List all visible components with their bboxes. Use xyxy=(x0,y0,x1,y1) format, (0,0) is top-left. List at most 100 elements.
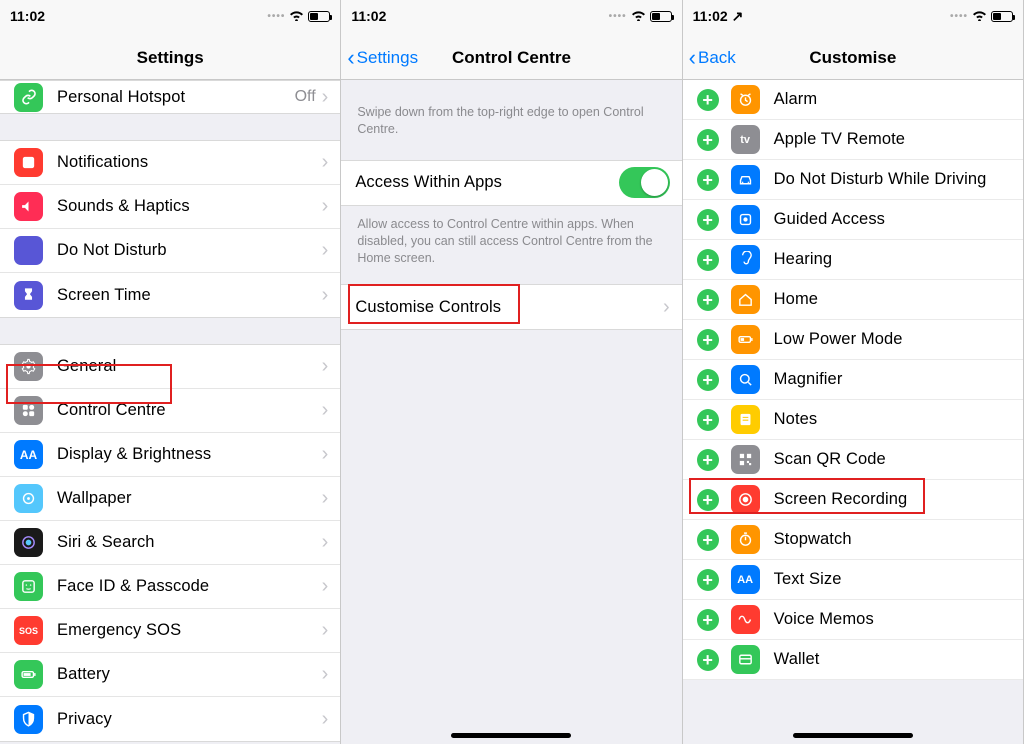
dnd-icon xyxy=(14,236,43,265)
row-label: Emergency SOS xyxy=(57,621,322,640)
faceid-icon xyxy=(14,572,43,601)
row-siri-search[interactable]: Siri & Search› xyxy=(0,521,340,565)
guidedaccess-icon xyxy=(731,205,760,234)
back-button[interactable]: ‹ Back xyxy=(689,36,736,79)
row-label: Wallet xyxy=(774,650,1011,669)
status-time: 11:02 xyxy=(351,8,386,24)
chevron-right-icon: › xyxy=(322,195,329,218)
row-do-not-disturb[interactable]: Do Not Disturb› xyxy=(0,229,340,273)
hearing-icon xyxy=(731,245,760,274)
car-icon xyxy=(731,165,760,194)
status-time: 11:02 xyxy=(10,8,45,24)
chevron-right-icon: › xyxy=(322,663,329,686)
row-battery[interactable]: Battery› xyxy=(0,653,340,697)
add-button[interactable]: + xyxy=(697,449,719,471)
add-button[interactable]: + xyxy=(697,569,719,591)
row-label: Screen Recording xyxy=(774,490,1011,509)
row-stopwatch[interactable]: +Stopwatch xyxy=(683,520,1023,560)
row-scan-qr-code[interactable]: +Scan QR Code xyxy=(683,440,1023,480)
row-home[interactable]: +Home xyxy=(683,280,1023,320)
row-screen-recording[interactable]: + Screen Recording xyxy=(683,480,1023,520)
status-time: 11:02 ↗ xyxy=(693,8,744,25)
row-value: Off xyxy=(295,88,316,106)
row-label: Apple TV Remote xyxy=(774,130,1011,149)
sos-icon: SOS xyxy=(14,616,43,645)
signal-dots: •••• xyxy=(609,11,627,22)
home-indicator xyxy=(451,733,571,738)
gear-icon xyxy=(14,352,43,381)
row-sounds-haptics[interactable]: Sounds & Haptics› xyxy=(0,185,340,229)
row-alarm[interactable]: +Alarm xyxy=(683,80,1023,120)
row-label: Screen Time xyxy=(57,286,322,305)
row-personal-hotspot[interactable]: Personal Hotspot Off › xyxy=(0,81,340,113)
add-button[interactable]: + xyxy=(697,529,719,551)
chevron-right-icon: › xyxy=(322,443,329,466)
privacy-icon xyxy=(14,705,43,734)
home-icon xyxy=(731,285,760,314)
add-button[interactable]: + xyxy=(697,169,719,191)
magnifier-icon xyxy=(731,365,760,394)
location-icon: ↗ xyxy=(732,8,744,24)
appletv-icon: tv xyxy=(731,125,760,154)
chevron-right-icon: › xyxy=(322,239,329,262)
add-button[interactable]: + xyxy=(697,89,719,111)
row-face-id-passcode[interactable]: Face ID & Passcode› xyxy=(0,565,340,609)
add-button[interactable]: + xyxy=(697,489,719,511)
row-notifications[interactable]: Notifications› xyxy=(0,141,340,185)
row-do-not-disturb-while-driving[interactable]: + Do Not Disturb While Driving xyxy=(683,160,1023,200)
row-wallet[interactable]: + Wallet xyxy=(683,640,1023,680)
battery-icon xyxy=(991,11,1013,22)
row-customise-controls[interactable]: Customise Controls › xyxy=(341,285,681,329)
status-bar: 11:02 •••• xyxy=(0,0,340,36)
chevron-right-icon: › xyxy=(322,531,329,554)
record-icon xyxy=(731,485,760,514)
row-guided-access[interactable]: +Guided Access xyxy=(683,200,1023,240)
battery-icon xyxy=(14,660,43,689)
row-general[interactable]: General› xyxy=(0,345,340,389)
wifi-icon xyxy=(972,9,987,24)
row-low-power-mode[interactable]: + Low Power Mode xyxy=(683,320,1023,360)
add-button[interactable]: + xyxy=(697,129,719,151)
row-privacy[interactable]: Privacy› xyxy=(0,697,340,741)
wallpaper-icon xyxy=(14,484,43,513)
navbar-customise: ‹ Back Customise xyxy=(683,36,1023,80)
toggle-access-within-apps[interactable] xyxy=(619,167,670,198)
row-control-centre[interactable]: Control Centre› xyxy=(0,389,340,433)
row-emergency-sos[interactable]: SOSEmergency SOS› xyxy=(0,609,340,653)
row-voice-memos[interactable]: + Voice Memos xyxy=(683,600,1023,640)
signal-dots: •••• xyxy=(267,11,285,22)
row-display-brightness[interactable]: AADisplay & Brightness› xyxy=(0,433,340,477)
back-label: Settings xyxy=(357,48,418,68)
chevron-right-icon: › xyxy=(663,296,670,319)
row-label: Do Not Disturb While Driving xyxy=(774,170,1011,189)
row-magnifier[interactable]: +Magnifier xyxy=(683,360,1023,400)
back-button[interactable]: ‹ Settings xyxy=(347,36,418,79)
add-button[interactable]: + xyxy=(697,289,719,311)
add-button[interactable]: + xyxy=(697,609,719,631)
lowpower-icon xyxy=(731,325,760,354)
row-notes[interactable]: +Notes xyxy=(683,400,1023,440)
add-button[interactable]: + xyxy=(697,409,719,431)
chevron-right-icon: › xyxy=(322,487,329,510)
row-text-size[interactable]: +AAText Size xyxy=(683,560,1023,600)
row-access-within-apps[interactable]: Access Within Apps xyxy=(341,161,681,205)
signal-dots: •••• xyxy=(950,11,968,22)
row-wallpaper[interactable]: Wallpaper› xyxy=(0,477,340,521)
navbar-settings: Settings xyxy=(0,36,340,80)
row-label: Sounds & Haptics xyxy=(57,197,322,216)
row-label: Low Power Mode xyxy=(774,330,1011,349)
add-button[interactable]: + xyxy=(697,209,719,231)
add-button[interactable]: + xyxy=(697,249,719,271)
row-label: Access Within Apps xyxy=(355,173,618,192)
add-button[interactable]: + xyxy=(697,649,719,671)
add-button[interactable]: + xyxy=(697,329,719,351)
add-button[interactable]: + xyxy=(697,369,719,391)
row-label: Face ID & Passcode xyxy=(57,577,322,596)
chevron-right-icon: › xyxy=(322,399,329,422)
notifications-icon xyxy=(14,148,43,177)
row-hearing[interactable]: +Hearing xyxy=(683,240,1023,280)
siri-icon xyxy=(14,528,43,557)
row-label: Voice Memos xyxy=(774,610,1011,629)
row-apple-tv-remote[interactable]: + tv Apple TV Remote xyxy=(683,120,1023,160)
row-screen-time[interactable]: Screen Time› xyxy=(0,273,340,317)
